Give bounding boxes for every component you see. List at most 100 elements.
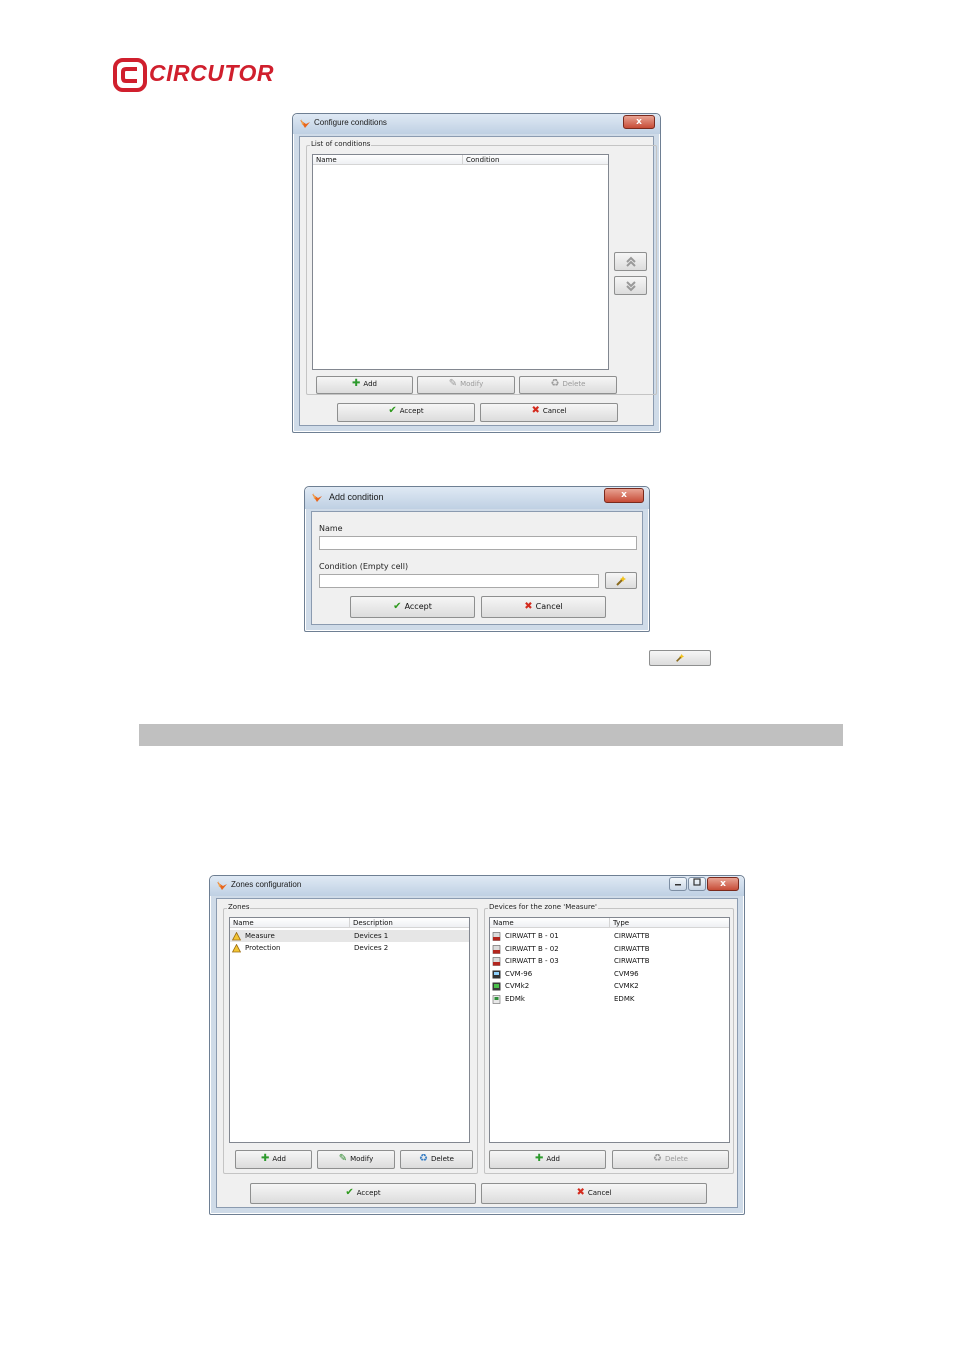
close-button[interactable]: x [623,115,655,129]
circutor-logo-mark [113,58,147,92]
cancel-button-label: Cancel [587,1189,612,1197]
conditions-list[interactable]: Name Condition [312,154,609,370]
trash-icon: ♻ [653,1153,662,1164]
device-row[interactable]: EDMk EDMK [490,993,729,1005]
accept-button[interactable]: ✔ Accept [337,403,475,422]
devices-group-label: Devices for the zone 'Measure' [488,903,598,911]
analyzer-icon [492,970,501,978]
condition-wizard-button[interactable] [605,572,637,589]
window-title: Zones configuration [231,880,302,889]
configure-conditions-window: Configure conditions x List of condition… [292,113,661,433]
modify-button-label: Modify [460,380,484,388]
plus-icon: ✚ [535,1153,544,1164]
maximize-icon [693,878,701,886]
column-header-name[interactable]: Name [230,918,350,928]
device-row[interactable]: CIRWATT B - 03 CIRWATTB [490,955,729,967]
column-header-name[interactable]: Name [313,155,463,165]
accept-button-label: Accept [399,407,424,415]
device-row[interactable]: CVM-96 CVM96 [490,968,729,980]
zone-name: Protection [245,944,281,952]
column-header-description[interactable]: Description [350,918,469,928]
device-type: CIRWATTB [614,932,650,940]
zone-icon [232,932,241,941]
cross-icon: ✖ [524,600,533,612]
maximize-button[interactable] [688,877,706,891]
move-up-button[interactable] [614,252,647,271]
title-bar: Zones configuration x [210,876,744,896]
list-header: Name Condition [313,155,608,165]
device-name: CIRWATT B - 01 [505,932,559,940]
device-name: CVM-96 [505,969,533,978]
accept-button[interactable]: ✔ Accept [250,1183,476,1204]
trash-icon: ♻ [419,1153,428,1164]
pencil-icon: ✎ [338,1153,348,1164]
zones-configuration-window: Zones configuration x Zones Name Descrip… [209,875,745,1215]
zone-name: Measure [245,932,275,940]
column-header-type[interactable]: Type [610,918,729,928]
circutor-logo: CIRCUTOR [113,58,288,92]
zones-list[interactable]: Name Description Measure Devices 1 Prote… [229,917,470,1143]
zone-modify-button[interactable]: ✎ Modify [317,1150,395,1169]
zone-delete-button[interactable]: ♻ Delete [400,1150,473,1169]
window-client-area: Name Condition (Empty cell) ✔ Accept ✖ Can… [311,511,643,625]
devices-list[interactable]: Name Type CIRWATT B - 01 CIRWATTB CIRWAT… [489,917,730,1143]
checkmark-icon: ✔ [393,600,402,612]
meter-icon [492,932,501,941]
magic-wand-icon [616,576,626,586]
zones-list-header: Name Description [230,918,469,928]
app-icon [312,493,322,502]
pencil-icon: ✎ [448,378,458,389]
zone-row-protection[interactable]: Protection Devices 2 [230,942,469,954]
analyzer-green-icon [492,982,501,991]
name-field[interactable] [319,536,637,550]
device-row[interactable]: CIRWATT B - 02 CIRWATTB [490,943,729,955]
accept-button-label: Accept [356,1189,381,1197]
accept-button[interactable]: ✔ Accept [350,596,475,618]
cancel-button[interactable]: ✖ Cancel [481,1183,707,1204]
list-of-conditions-group: List of conditions Name Condition ✚ Add ✎… [306,140,657,395]
delete-button[interactable]: ♻ Delete [519,376,617,394]
title-bar: Add condition x [305,487,649,509]
device-type: EDMK [614,994,635,1003]
close-button[interactable]: x [707,877,739,891]
minimize-button[interactable] [669,877,687,891]
add-button[interactable]: ✚ Add [316,376,413,394]
accept-button-label: Accept [404,602,432,611]
device-row[interactable]: CVMk2 CVMK2 [490,980,729,992]
double-chevron-down-icon [625,281,636,292]
devices-list-header: Name Type [490,918,729,928]
window-client-area: List of conditions Name Condition ✚ Add ✎… [299,136,657,426]
zone-delete-button-label: Delete [430,1155,454,1163]
device-add-button[interactable]: ✚ Add [489,1150,606,1169]
checkmark-icon: ✔ [345,1187,354,1198]
minimize-icon [675,884,681,886]
device-type: CIRWATTB [614,957,650,965]
close-button[interactable]: x [604,488,644,503]
wizard-button-illustration [649,650,711,666]
column-header-condition[interactable]: Condition [463,155,608,165]
device-type: CVM96 [614,969,639,978]
device-delete-button-label: Delete [664,1155,688,1163]
plus-icon: ✚ [352,378,361,389]
zones-group-label: Zones [227,903,251,911]
device-type: CIRWATTB [614,944,650,953]
modify-button[interactable]: ✎ Modify [417,376,515,394]
zone-row-measure[interactable]: Measure Devices 1 [230,930,469,942]
zone-add-button-label: Add [272,1155,286,1163]
zone-add-button[interactable]: ✚ Add [235,1150,312,1169]
zone-description: Devices 1 [354,932,389,940]
condition-field[interactable] [319,574,599,588]
device-name: CIRWATT B - 03 [505,957,559,965]
move-down-button[interactable] [614,276,647,295]
device-delete-button[interactable]: ♻ Delete [612,1150,729,1169]
checkmark-icon: ✔ [388,405,397,416]
cancel-button-label: Cancel [542,407,567,415]
device-row[interactable]: CIRWATT B - 01 CIRWATTB [490,930,729,942]
cancel-button[interactable]: ✖ Cancel [481,596,606,618]
zone-icon [232,944,241,953]
device-add-button-label: Add [546,1155,560,1163]
cancel-button[interactable]: ✖ Cancel [480,403,618,422]
column-header-name[interactable]: Name [490,918,610,928]
window-client-area: Zones Name Description Measure Devices 1… [216,898,738,1208]
magic-wand-icon [676,653,685,662]
